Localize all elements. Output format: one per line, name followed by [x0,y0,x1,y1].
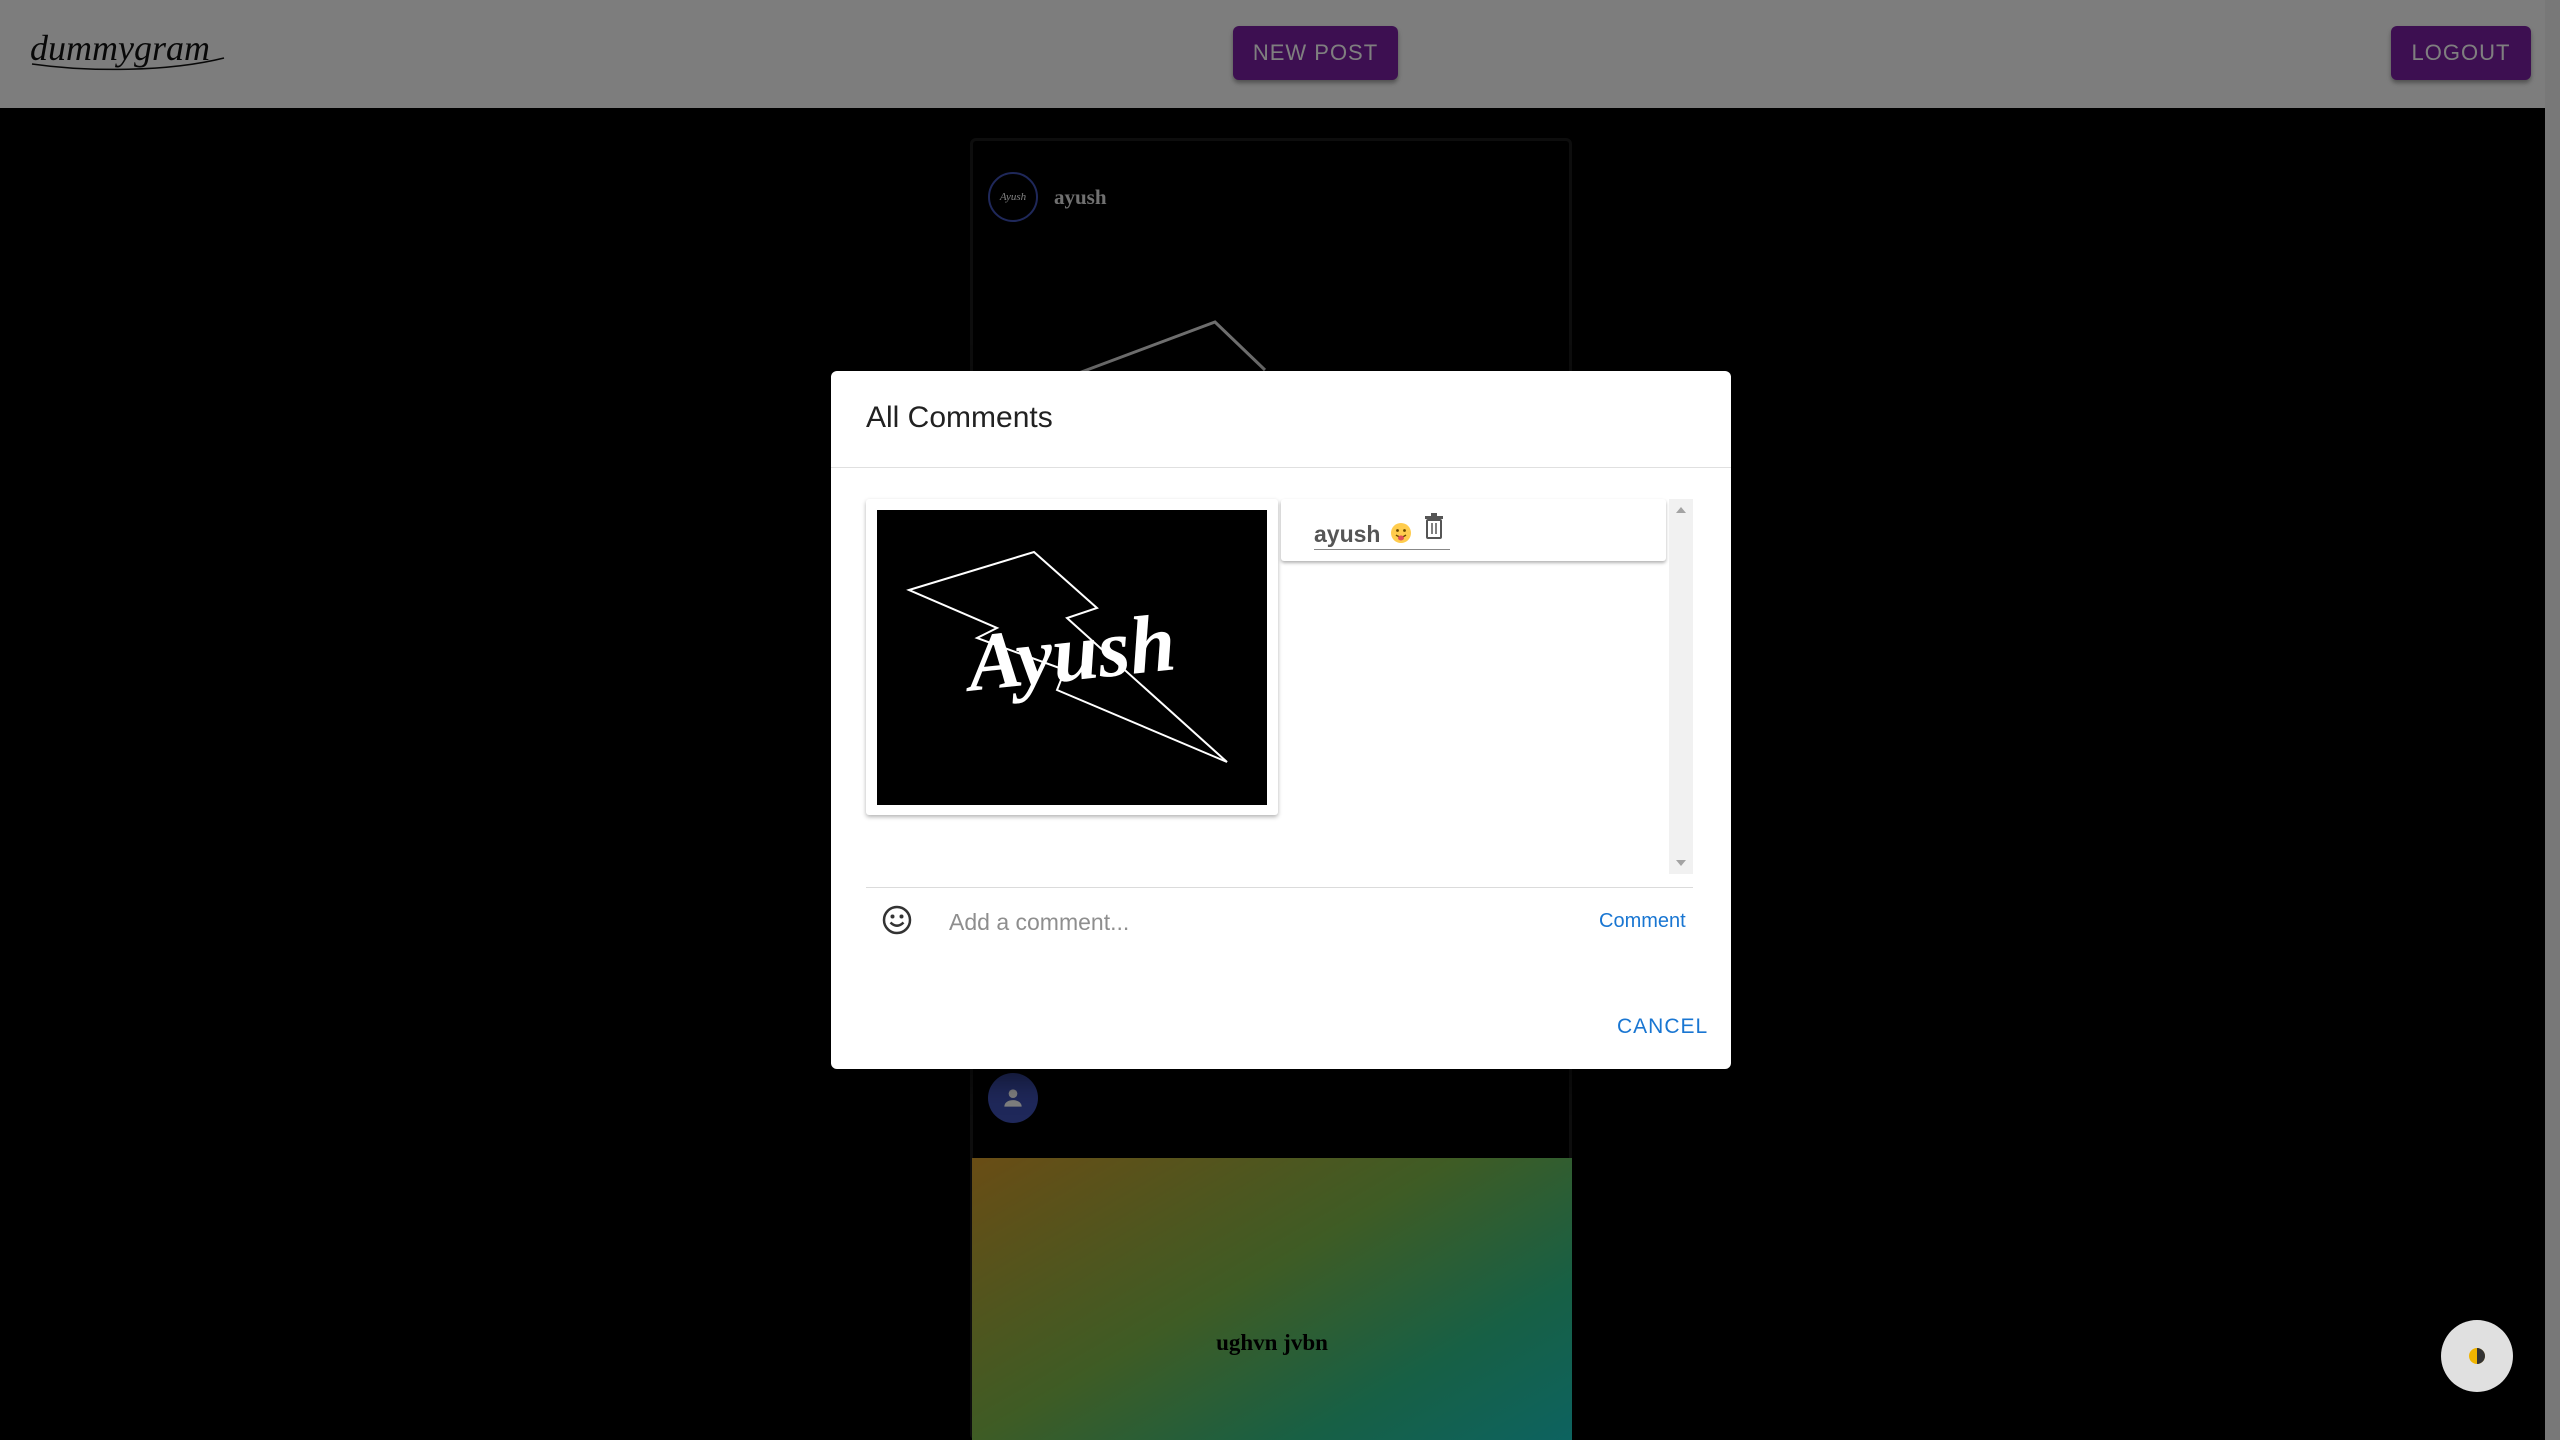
trash-icon[interactable] [1424,513,1444,539]
scroll-down-arrow[interactable] [1676,860,1686,866]
tongue-emoji-icon [1391,523,1411,543]
scroll-up-arrow[interactable] [1676,507,1686,513]
comments-dialog: All Comments Ayush ayush Add a comment..… [831,371,1731,1069]
post-comment-button[interactable]: Comment [1599,910,1686,933]
comment-item: ayush [1281,499,1666,561]
comment-divider [866,887,1693,888]
post-image-card: Ayush [866,499,1278,815]
smiley-icon[interactable] [881,904,913,936]
theme-toggle-icon [2469,1348,2485,1364]
dialog-divider [831,467,1731,468]
cancel-button[interactable]: CANCEL [1617,1015,1708,1039]
comment-underline [1314,549,1450,550]
dialog-title: All Comments [866,401,1053,434]
theme-toggle-button[interactable] [2441,1320,2513,1392]
comment-username[interactable]: ayush [1314,521,1380,548]
comments-scrollbar[interactable] [1669,499,1693,874]
svg-text:Ayush: Ayush [958,596,1179,709]
post-image: Ayush [877,510,1267,805]
comment-input[interactable] [947,901,1591,943]
comments-list[interactable]: ayush [1281,499,1679,874]
